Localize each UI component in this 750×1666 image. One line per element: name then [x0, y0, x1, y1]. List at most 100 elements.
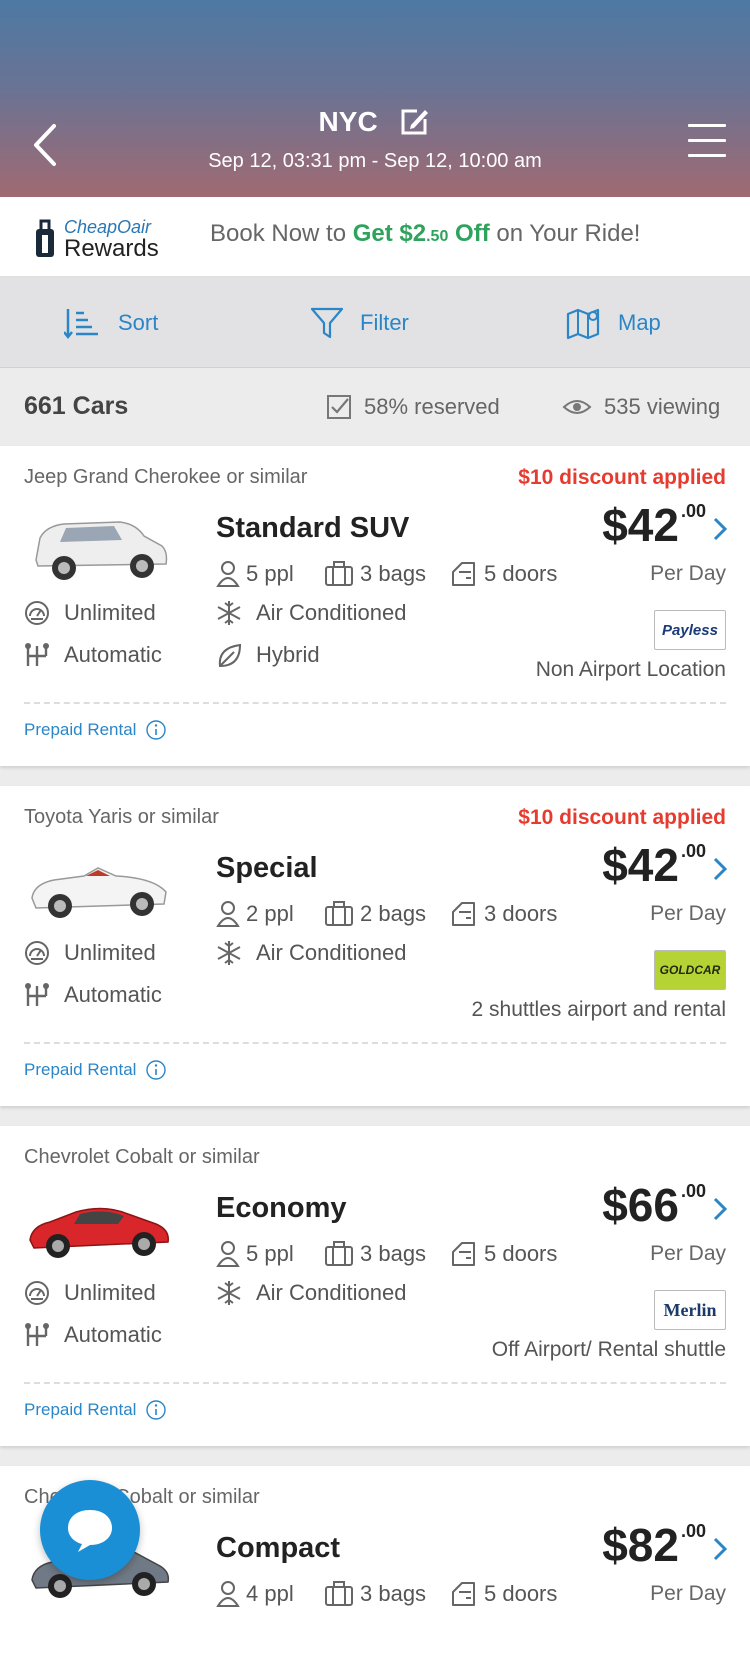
info-icon[interactable]	[146, 720, 167, 740]
prepaid-rental-link[interactable]: Prepaid Rental	[24, 1060, 167, 1080]
chat-bubble-icon	[68, 1510, 112, 1552]
vendor-logo-goldcar: GOLDCAR	[654, 950, 726, 990]
prepaid-rental-link[interactable]: Prepaid Rental	[24, 720, 167, 740]
person-icon	[217, 1241, 239, 1267]
rewards-logo: CheapOair Rewards	[34, 215, 184, 262]
sort-label: Sort	[118, 310, 159, 335]
car-count: 661 Cars	[24, 392, 129, 420]
discount-badge: $10 discount applied	[518, 466, 726, 489]
mileage-feature: Unlimited	[24, 1280, 156, 1306]
mileage-feature: Unlimited	[24, 600, 156, 626]
per-day-label: Per Day	[650, 562, 726, 585]
car-card[interactable]: Jeep Grand Cherokee or similar $10 disco…	[0, 446, 750, 766]
car-model: Chevrolet Cobalt or similar	[24, 1146, 260, 1168]
luggage-icon	[325, 1241, 353, 1266]
car-class: Standard SUV	[216, 512, 410, 544]
price: $66.00	[602, 1179, 706, 1231]
per-day-label: Per Day	[650, 1242, 726, 1265]
edit-icon[interactable]	[397, 105, 431, 139]
header: NYC Sep 12, 03:31 pm - Sep 12, 10:00 am	[0, 0, 750, 197]
map-icon	[566, 308, 600, 340]
divider	[24, 1382, 726, 1384]
date-range: Sep 12, 03:31 pm - Sep 12, 10:00 am	[208, 150, 542, 172]
info-icon[interactable]	[146, 1400, 167, 1420]
gear-shift-icon	[24, 642, 50, 668]
rewards-message: Book Now to Get $2.50 Off on Your Ride!	[210, 220, 641, 247]
doors-spec: 5 doors	[450, 1240, 557, 1268]
chevron-right-icon[interactable]	[712, 1196, 728, 1222]
luggage-icon	[325, 1581, 353, 1606]
person-icon	[217, 901, 239, 927]
mileage-feature: Unlimited	[24, 940, 156, 966]
suv-car-image	[35, 521, 168, 580]
map-label: Map	[618, 310, 661, 335]
fuel-feature: Hybrid	[216, 642, 320, 668]
pickup-location: 2 shuttles airport and rental	[471, 998, 726, 1021]
passengers-spec: 5 ppl	[216, 1240, 294, 1268]
discount-badge: $10 discount applied	[518, 806, 726, 829]
door-icon	[452, 562, 475, 586]
ac-feature: Air Conditioned	[216, 940, 406, 966]
person-icon	[217, 561, 239, 587]
luggage-icon	[325, 901, 353, 926]
ac-feature: Air Conditioned	[216, 600, 406, 626]
speedometer-icon	[25, 941, 49, 965]
prepaid-rental-link[interactable]: Prepaid Rental	[24, 1400, 167, 1420]
pickup-location: Off Airport/ Rental shuttle	[491, 1338, 726, 1361]
vendor-logo-merlin: Merlin	[654, 1290, 726, 1330]
bags-spec: 3 bags	[324, 1580, 426, 1608]
transmission-feature: Automatic	[24, 1322, 162, 1348]
ac-feature: Air Conditioned	[216, 1280, 406, 1306]
car-class: Special	[216, 852, 318, 884]
filter-label: Filter	[360, 310, 409, 335]
chevron-right-icon[interactable]	[712, 516, 728, 542]
per-day-label: Per Day	[650, 1582, 726, 1605]
gear-shift-icon	[24, 982, 50, 1008]
sedan-car-image	[29, 1207, 169, 1258]
person-icon	[217, 1581, 239, 1607]
info-icon[interactable]	[146, 1060, 167, 1080]
chat-button[interactable]	[40, 1480, 140, 1580]
speedometer-icon	[25, 1281, 49, 1305]
doors-spec: 5 doors	[450, 1580, 557, 1608]
chevron-right-icon[interactable]	[712, 856, 728, 882]
pickup-location: Non Airport Location	[535, 658, 726, 681]
leaf-icon	[218, 644, 241, 667]
eye-icon	[562, 400, 592, 414]
chevron-right-icon[interactable]	[712, 1536, 728, 1562]
price: $82.00	[602, 1519, 706, 1571]
bags-spec: 3 bags	[324, 560, 426, 588]
reserved-stat: 58% reserved	[326, 394, 500, 420]
doors-spec: 3 doors	[450, 900, 557, 928]
car-card[interactable]: Chevrolet Cobalt or similar Economy $66.…	[0, 1126, 750, 1446]
price: $42.00	[602, 499, 706, 551]
sort-icon	[64, 309, 98, 339]
city-name: NYC	[318, 105, 378, 137]
car-model: Toyota Yaris or similar	[24, 806, 219, 828]
passengers-spec: 4 ppl	[216, 1580, 294, 1608]
bag-logo-icon	[36, 219, 54, 257]
location-title[interactable]: NYC	[0, 104, 750, 139]
rewards-banner[interactable]: CheapOair Rewards Book Now to Get $2.50 …	[0, 197, 750, 277]
map-button[interactable]: Map	[566, 305, 661, 341]
filter-button[interactable]: Filter	[310, 305, 409, 341]
results-stats: 661 Cars 58% reserved 535 viewing	[0, 368, 750, 446]
passengers-spec: 2 ppl	[216, 900, 294, 928]
speedometer-icon	[25, 601, 49, 625]
door-icon	[452, 902, 475, 926]
snowflake-icon	[217, 1280, 241, 1306]
price: $42.00	[602, 839, 706, 891]
snowflake-icon	[217, 940, 241, 966]
transmission-feature: Automatic	[24, 982, 162, 1008]
car-card[interactable]: Toyota Yaris or similar $10 discount app…	[0, 786, 750, 1106]
car-class: Economy	[216, 1192, 347, 1224]
offer-amount: Get $2.50 Off	[352, 220, 490, 247]
convertible-car-image	[31, 867, 167, 918]
divider	[24, 702, 726, 704]
transmission-feature: Automatic	[24, 642, 162, 668]
checkbox-icon	[327, 395, 351, 419]
hamburger-menu-icon[interactable]	[688, 124, 726, 160]
sort-button[interactable]: Sort	[64, 305, 158, 341]
car-class: Compact	[216, 1532, 341, 1564]
door-icon	[452, 1242, 475, 1266]
